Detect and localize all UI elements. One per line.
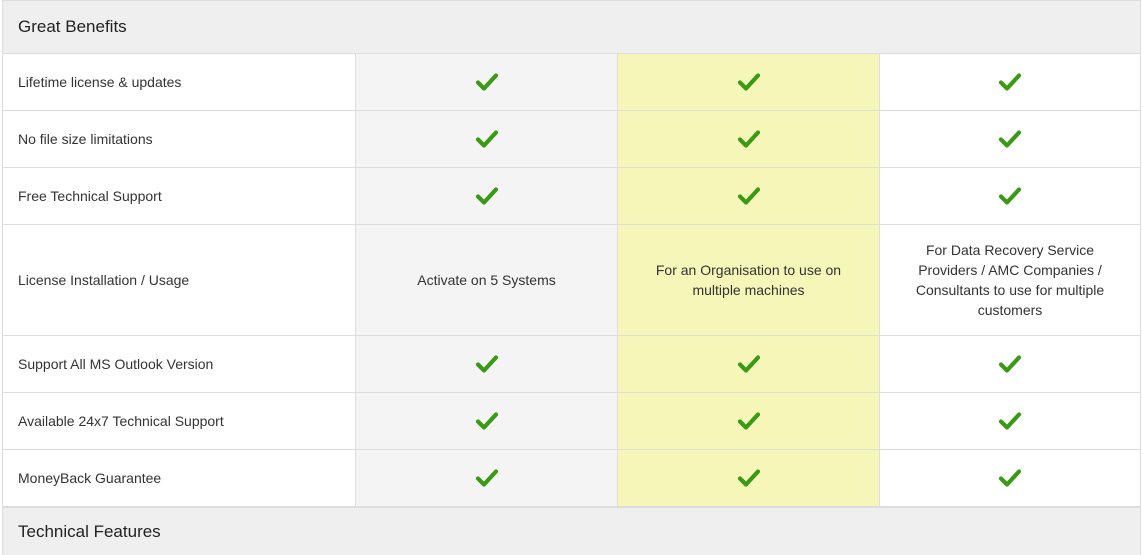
check-icon <box>999 73 1021 91</box>
check-icon <box>737 469 760 487</box>
feature-label: Available 24x7 Technical Support <box>3 393 356 449</box>
feature-label: MoneyBack Guarantee <box>3 450 356 506</box>
plan-1-cell <box>356 111 618 167</box>
feature-label: Free Technical Support <box>3 168 356 224</box>
plan-3-cell <box>880 168 1140 224</box>
check-icon <box>999 412 1021 430</box>
section-header-technical-features: Technical Features <box>3 507 1140 555</box>
feature-label: Lifetime license & updates <box>3 54 356 110</box>
feature-label: License Installation / Usage <box>3 225 356 335</box>
check-icon <box>737 73 760 91</box>
plan-3-usage-text: For Data Recovery Service Providers / AM… <box>915 242 1105 318</box>
check-icon <box>737 355 760 373</box>
check-icon <box>999 469 1021 487</box>
check-icon <box>475 469 498 487</box>
plan-1-cell <box>356 450 618 506</box>
plan-1-cell <box>356 54 618 110</box>
plan-2-usage-text: For an Organisation to use on multiple m… <box>655 262 842 298</box>
check-icon <box>475 130 498 148</box>
plan-3-cell <box>880 336 1140 392</box>
check-icon <box>475 73 498 91</box>
check-icon <box>475 355 498 373</box>
plan-2-cell <box>618 111 880 167</box>
table-row: No file size limitations <box>3 111 1140 168</box>
plan-2-cell: For an Organisation to use on multiple m… <box>618 225 880 335</box>
plan-1-cell: Activate on 5 Systems <box>356 225 618 335</box>
section-header-great-benefits: Great Benefits <box>3 0 1140 54</box>
comparison-table: Great Benefits Lifetime license & update… <box>2 0 1141 555</box>
plan-2-cell <box>618 336 880 392</box>
section-title: Great Benefits <box>18 17 127 36</box>
check-icon <box>737 130 760 148</box>
feature-label: No file size limitations <box>3 111 356 167</box>
check-icon <box>737 412 760 430</box>
feature-label: Support All MS Outlook Version <box>3 336 356 392</box>
table-row: Available 24x7 Technical Support <box>3 393 1140 450</box>
section-title: Technical Features <box>18 521 161 541</box>
plan-3-cell <box>880 111 1140 167</box>
plan-3-cell <box>880 54 1140 110</box>
check-icon <box>737 187 760 205</box>
plan-1-cell <box>356 168 618 224</box>
check-icon <box>999 355 1021 373</box>
table-row: Lifetime license & updates <box>3 54 1140 111</box>
check-icon <box>475 412 498 430</box>
plan-2-cell <box>618 393 880 449</box>
table-row: Free Technical Support <box>3 168 1140 225</box>
plan-1-cell <box>356 393 618 449</box>
check-icon <box>999 187 1021 205</box>
plan-1-cell <box>356 336 618 392</box>
plan-1-usage-text: Activate on 5 Systems <box>417 272 556 288</box>
plan-2-cell <box>618 54 880 110</box>
plan-2-cell <box>618 450 880 506</box>
table-row: MoneyBack Guarantee <box>3 450 1140 507</box>
table-row: Support All MS Outlook Version <box>3 336 1140 393</box>
plan-2-cell <box>618 168 880 224</box>
check-icon <box>999 130 1021 148</box>
plan-3-cell: For Data Recovery Service Providers / AM… <box>880 225 1140 335</box>
check-icon <box>475 187 498 205</box>
table-row: License Installation / Usage Activate on… <box>3 225 1140 336</box>
plan-3-cell <box>880 393 1140 449</box>
plan-3-cell <box>880 450 1140 506</box>
